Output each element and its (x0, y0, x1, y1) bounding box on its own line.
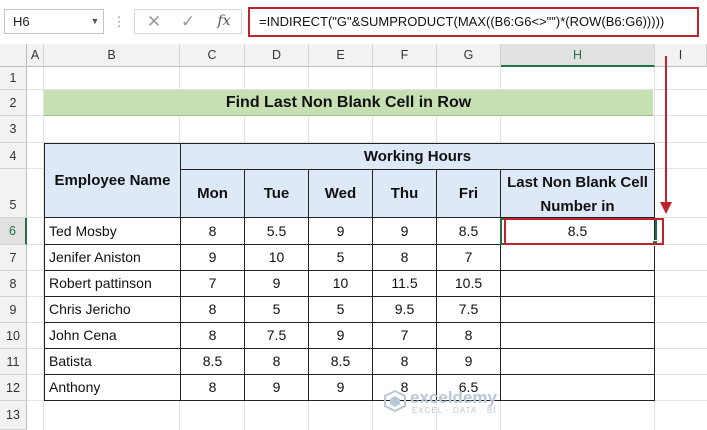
cell-tue[interactable]: 5 (245, 297, 309, 323)
cell-fri[interactable]: 7.5 (437, 297, 501, 323)
cell-name[interactable]: Jenifer Aniston (45, 245, 181, 271)
cell-result[interactable] (501, 349, 655, 375)
watermark-name: exceldemy (410, 388, 497, 407)
row-header-10[interactable]: 10 (0, 323, 27, 349)
row-header-3[interactable]: 3 (0, 116, 27, 143)
column-header-g[interactable]: G (437, 44, 501, 67)
annotation-arrow-shaft (665, 56, 667, 206)
cell-name[interactable]: Robert pattinson (45, 271, 181, 297)
cell-result[interactable] (501, 245, 655, 271)
cell-thu[interactable]: 11.5 (373, 271, 437, 297)
cell-wed[interactable]: 9 (309, 323, 373, 349)
header-employee-name[interactable]: Employee Name (45, 144, 181, 218)
cell-mon[interactable]: 8 (181, 375, 245, 401)
column-header-e[interactable]: E (309, 44, 373, 67)
row-header-4[interactable]: 4 (0, 143, 27, 169)
cancel-icon[interactable]: ✕ (142, 9, 166, 34)
header-day-wed[interactable]: Wed (309, 170, 373, 218)
cell-thu[interactable]: 9.5 (373, 297, 437, 323)
cell-thu[interactable]: 8 (373, 349, 437, 375)
cell-mon[interactable]: 9 (181, 245, 245, 271)
row-header-11[interactable]: 11 (0, 349, 27, 375)
header-day-thu[interactable]: Thu (373, 170, 437, 218)
cell-result[interactable] (501, 297, 655, 323)
cell-tue[interactable]: 9 (245, 375, 309, 401)
cell-wed[interactable]: 9 (309, 218, 373, 245)
header-result[interactable]: Last Non Blank Cell Number in (501, 170, 655, 218)
cell-fri[interactable]: 10.5 (437, 271, 501, 297)
header-day-tue[interactable]: Tue (245, 170, 309, 218)
row-header-8[interactable]: 8 (0, 271, 27, 297)
insert-function-icon[interactable]: fx (210, 9, 238, 34)
row-header-6[interactable]: 6 (0, 218, 27, 245)
cell-wed[interactable]: 5 (309, 297, 373, 323)
column-header-b[interactable]: B (44, 44, 180, 67)
cell-mon[interactable]: 7 (181, 271, 245, 297)
cell-thu[interactable]: 9 (373, 218, 437, 245)
header-day-mon[interactable]: Mon (181, 170, 245, 218)
column-header-i[interactable]: I (655, 44, 707, 67)
cell-fri[interactable]: 7 (437, 245, 501, 271)
watermark-tagline: EXCEL · DATA · BI (412, 406, 497, 415)
row-header-2[interactable]: 2 (0, 90, 27, 116)
header-day-fri[interactable]: Fri (437, 170, 501, 218)
cell-fri[interactable]: 8 (437, 323, 501, 349)
column-header-c[interactable]: C (180, 44, 245, 67)
row-header-5[interactable]: 5 (0, 169, 27, 218)
cell-wed[interactable]: 9 (309, 375, 373, 401)
row-header-12[interactable]: 12 (0, 375, 27, 401)
result-highlight-box (504, 218, 664, 245)
cell-tue[interactable]: 10 (245, 245, 309, 271)
cell-mon[interactable]: 8 (181, 218, 245, 245)
cell-thu[interactable]: 7 (373, 323, 437, 349)
row-header-7[interactable]: 7 (0, 245, 27, 271)
cell-mon[interactable]: 8.5 (181, 349, 245, 375)
select-all-corner[interactable] (0, 44, 27, 67)
cell-name[interactable]: Ted Mosby (45, 218, 181, 245)
column-header-a[interactable]: A (27, 44, 44, 67)
cell-fri[interactable]: 8.5 (437, 218, 501, 245)
cell-tue[interactable]: 8 (245, 349, 309, 375)
column-header-h[interactable]: H (501, 44, 655, 67)
cell-mon[interactable]: 8 (181, 323, 245, 349)
cell-name[interactable]: John Cena (45, 323, 181, 349)
cell-wed[interactable]: 8.5 (309, 349, 373, 375)
cell-thu[interactable]: 8 (373, 245, 437, 271)
exceldemy-logo-icon (384, 390, 406, 412)
cell-wed[interactable]: 10 (309, 271, 373, 297)
cell-result[interactable] (501, 323, 655, 349)
column-header-d[interactable]: D (245, 44, 309, 67)
cell-tue[interactable]: 7.5 (245, 323, 309, 349)
enter-check-icon[interactable]: ✓ (176, 9, 200, 34)
row-header-13[interactable]: 13 (0, 401, 27, 430)
row-header-9[interactable]: 9 (0, 297, 27, 323)
column-header-f[interactable]: F (373, 44, 437, 67)
chevron-down-icon[interactable]: ▼ (88, 9, 102, 34)
more-options-icon: ⋮ (112, 14, 126, 29)
cell-tue[interactable]: 5.5 (245, 218, 309, 245)
cell-name[interactable]: Chris Jericho (45, 297, 181, 323)
cell-name[interactable]: Anthony (45, 375, 181, 401)
cell-name[interactable]: Batista (45, 349, 181, 375)
cell-mon[interactable]: 8 (181, 297, 245, 323)
arrow-down-icon (660, 202, 672, 214)
header-working-hours[interactable]: Working Hours (181, 144, 655, 170)
cell-result[interactable] (501, 271, 655, 297)
cell-tue[interactable]: 9 (245, 271, 309, 297)
formula-input[interactable]: =INDIRECT("G"&SUMPRODUCT(MAX((B6:G6<>"")… (248, 7, 699, 37)
sheet-title[interactable]: Find Last Non Blank Cell in Row (44, 90, 653, 116)
cell-fri[interactable]: 9 (437, 349, 501, 375)
cell-wed[interactable]: 5 (309, 245, 373, 271)
row-header-1[interactable]: 1 (0, 67, 27, 90)
